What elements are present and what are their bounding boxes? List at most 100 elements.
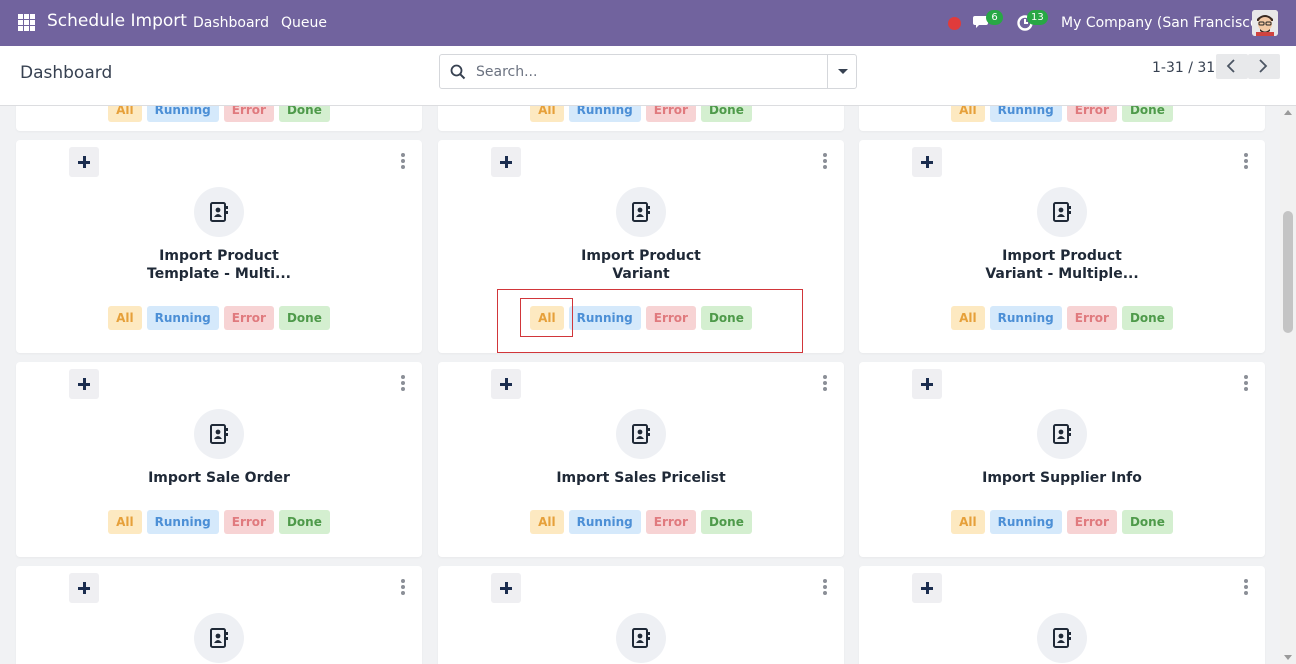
card-menu-icon[interactable]	[822, 153, 828, 171]
chip-done[interactable]: Done	[278, 510, 330, 534]
import-icon	[1037, 613, 1087, 663]
scroll-down-icon[interactable]	[1284, 655, 1292, 660]
top-navbar: Schedule Import Dashboard Queue 6 13 My …	[0, 0, 1296, 46]
chip-running[interactable]: Running	[146, 306, 219, 330]
card-title[interactable]: Import Supplier Info	[879, 469, 1245, 487]
kanban-card[interactable]: Import Supplier Info All Running Error D…	[859, 362, 1265, 557]
card-menu-icon[interactable]	[1243, 153, 1249, 171]
add-button[interactable]	[69, 369, 99, 399]
chip-error[interactable]: Error	[223, 510, 274, 534]
card-title-line: Variant - Multiple...	[985, 266, 1139, 282]
card-menu-icon[interactable]	[822, 375, 828, 393]
chip-done[interactable]: Done	[1121, 306, 1173, 330]
chip-done[interactable]: Done	[1121, 510, 1173, 534]
chip-running[interactable]: Running	[146, 510, 219, 534]
kanban-card[interactable]	[859, 566, 1265, 664]
kanban-card[interactable]: Import Sale Order All Running Error Done	[16, 362, 422, 557]
card-title[interactable]: Import Product Template - Multi...	[36, 247, 402, 283]
chip-all[interactable]: All	[951, 106, 985, 122]
state-chips: All Running Error Done	[16, 106, 422, 122]
kanban-card[interactable]	[16, 566, 422, 664]
highlight-box-all	[520, 298, 573, 337]
state-chips: All Running Error Done	[438, 510, 844, 534]
menu-queue[interactable]: Queue	[281, 15, 327, 31]
company-switcher[interactable]: My Company (San Francisco)	[1061, 15, 1264, 31]
add-button[interactable]	[491, 147, 521, 177]
card-menu-icon[interactable]	[822, 579, 828, 597]
menu-dashboard[interactable]: Dashboard	[193, 15, 269, 31]
kanban-card[interactable]: Import Product Variant - Multiple... All…	[859, 140, 1265, 353]
search-bar[interactable]	[439, 54, 857, 89]
kanban-card[interactable]	[438, 566, 844, 664]
chip-done[interactable]: Done	[700, 106, 752, 122]
card-title-line: Variant	[612, 266, 670, 282]
kanban-card[interactable]: All Running Error Done	[16, 106, 422, 131]
add-button[interactable]	[912, 147, 942, 177]
pager-next-button[interactable]	[1248, 54, 1280, 79]
chip-all[interactable]: All	[530, 510, 564, 534]
kanban-card[interactable]: Import Sales Pricelist All Running Error…	[438, 362, 844, 557]
messages-badge: 6	[986, 10, 1003, 25]
search-input[interactable]	[476, 61, 816, 83]
chip-error[interactable]: Error	[1066, 510, 1117, 534]
scroll-thumb[interactable]	[1283, 211, 1293, 333]
import-icon	[194, 409, 244, 459]
add-button[interactable]	[69, 147, 99, 177]
chip-all[interactable]: All	[108, 510, 142, 534]
add-button[interactable]	[491, 369, 521, 399]
chip-done[interactable]: Done	[278, 306, 330, 330]
card-title[interactable]: Import Sale Order	[36, 469, 402, 487]
record-icon[interactable]	[948, 17, 961, 30]
chip-done[interactable]: Done	[1121, 106, 1173, 122]
scroll-up-icon[interactable]	[1284, 110, 1292, 115]
chip-running[interactable]: Running	[568, 510, 641, 534]
card-menu-icon[interactable]	[400, 375, 406, 393]
chip-error[interactable]: Error	[223, 306, 274, 330]
chip-error[interactable]: Error	[1066, 306, 1117, 330]
import-icon	[1037, 409, 1087, 459]
chip-running[interactable]: Running	[568, 106, 641, 122]
card-menu-icon[interactable]	[400, 579, 406, 597]
card-menu-icon[interactable]	[400, 153, 406, 171]
add-button[interactable]	[69, 573, 99, 603]
chip-all[interactable]: All	[108, 106, 142, 122]
chip-error[interactable]: Error	[645, 106, 696, 122]
state-chips: All Running Error Done	[16, 510, 422, 534]
card-title[interactable]: Import Sales Pricelist	[458, 469, 824, 487]
apps-menu-icon[interactable]	[18, 14, 35, 31]
chip-all[interactable]: All	[951, 510, 985, 534]
chip-running[interactable]: Running	[989, 510, 1062, 534]
card-menu-icon[interactable]	[1243, 579, 1249, 597]
kanban-card[interactable]: Import Product Template - Multi... All R…	[16, 140, 422, 353]
chip-error[interactable]: Error	[645, 510, 696, 534]
app-title[interactable]: Schedule Import	[47, 11, 187, 31]
kanban-card[interactable]: All Running Error Done	[859, 106, 1265, 131]
pager-value[interactable]: 1-31 / 31	[1152, 60, 1215, 76]
kanban-card[interactable]: All Running Error Done	[438, 106, 844, 131]
chip-done[interactable]: Done	[278, 106, 330, 122]
add-button[interactable]	[912, 369, 942, 399]
kanban-card[interactable]: Import Product Variant All Running Error…	[438, 140, 844, 353]
chip-all[interactable]: All	[951, 306, 985, 330]
search-icon	[450, 64, 466, 80]
chip-all[interactable]: All	[108, 306, 142, 330]
vertical-scrollbar[interactable]	[1280, 106, 1296, 664]
import-icon	[194, 187, 244, 237]
chip-all[interactable]: All	[530, 106, 564, 122]
chip-running[interactable]: Running	[146, 106, 219, 122]
chip-error[interactable]: Error	[223, 106, 274, 122]
pager-previous-button[interactable]	[1216, 54, 1248, 79]
chip-done[interactable]: Done	[700, 510, 752, 534]
card-title[interactable]: Import Product Variant - Multiple...	[879, 247, 1245, 283]
user-avatar[interactable]	[1252, 10, 1278, 36]
card-menu-icon[interactable]	[1243, 375, 1249, 393]
card-title[interactable]: Import Product Variant	[458, 247, 824, 283]
chip-running[interactable]: Running	[989, 106, 1062, 122]
chip-error[interactable]: Error	[1066, 106, 1117, 122]
kanban-view: All Running Error Done All Running Error…	[0, 106, 1280, 664]
chip-running[interactable]: Running	[989, 306, 1062, 330]
add-button[interactable]	[491, 573, 521, 603]
search-options-toggle[interactable]	[827, 55, 856, 88]
add-button[interactable]	[912, 573, 942, 603]
activities-badge: 13	[1027, 10, 1048, 25]
